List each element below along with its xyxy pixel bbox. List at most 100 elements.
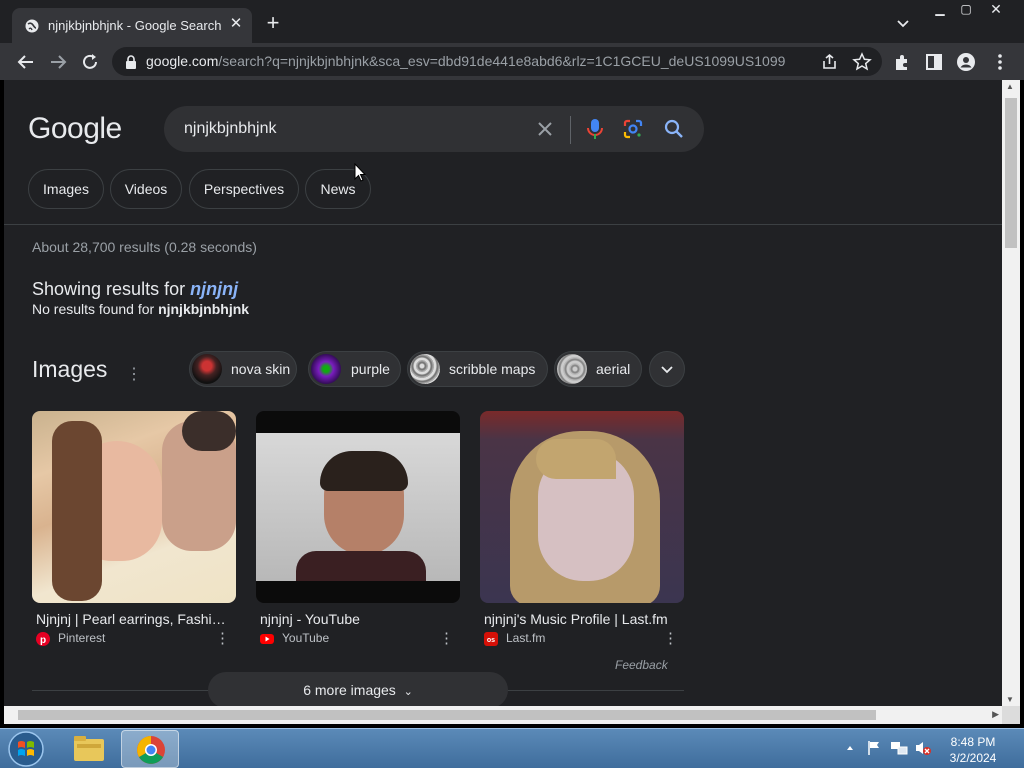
horizontal-scrollbar[interactable]: ▶ [4, 706, 1002, 724]
result-image[interactable] [256, 411, 460, 603]
search-icon[interactable] [663, 118, 685, 140]
taskbar: 8:48 PM 3/2/2024 [0, 728, 1024, 768]
scroll-down-icon[interactable]: ▼ [1006, 695, 1014, 704]
back-arrow-icon[interactable] [16, 52, 36, 72]
tab-videos[interactable]: Videos [110, 169, 182, 209]
image-source[interactable]: YouTube ⋮ [260, 629, 460, 647]
side-panel-icon[interactable] [924, 52, 944, 72]
clear-icon[interactable] [534, 118, 556, 140]
chrome-icon [137, 736, 165, 764]
no-results-notice: No results found for njnjkbjnbhjnk [32, 301, 250, 317]
divider [570, 116, 571, 144]
show-hidden-icons-icon[interactable] [845, 743, 855, 753]
filter-thumbnail [192, 354, 222, 384]
result-image[interactable] [480, 411, 684, 603]
spelling-correction: Showing results for njnjnj [32, 279, 239, 299]
screen: njnjkbjnbhjnk - Google Search ✕ + ▁ ▢ ✕ … [0, 0, 1024, 768]
tab-images[interactable]: Images [28, 169, 104, 209]
new-tab-button[interactable]: + [263, 12, 283, 34]
filter-thumbnail [410, 354, 440, 384]
scrollbar-corner [1002, 706, 1020, 724]
feedback-link[interactable]: Feedback [615, 658, 668, 672]
globe-icon [25, 19, 39, 33]
image-detail [536, 439, 616, 479]
image-source[interactable]: os Last.fm ⋮ [484, 629, 684, 647]
reload-icon[interactable] [80, 52, 100, 72]
chevron-down-icon: ⌄ [403, 686, 413, 698]
lastfm-icon: os [484, 632, 498, 646]
image-detail [52, 421, 102, 601]
image-caption[interactable]: njnjnj's Music Profile | Last.fm [484, 611, 680, 627]
filter-chip-aerial[interactable]: aerial [554, 351, 642, 387]
chrome-taskbar-button[interactable] [121, 730, 179, 768]
image-detail [296, 551, 426, 581]
more-images-button[interactable]: 6 more images ⌄ [208, 672, 508, 706]
scrollbar-thumb[interactable] [1005, 98, 1017, 248]
search-input[interactable]: njnjkbjnbhjnk [184, 120, 277, 138]
expand-filters-button[interactable] [649, 351, 685, 387]
result-stats: About 28,700 results (0.28 seconds) [32, 239, 257, 255]
menu-dots-icon[interactable] [990, 52, 1010, 72]
image-caption[interactable]: Njnjnj | Pearl earrings, Fashion... [36, 611, 232, 627]
mouse-cursor-icon [354, 163, 366, 182]
close-window-button[interactable]: ✕ [980, 2, 1012, 18]
search-box[interactable]: njnjkbjnbhjnk [164, 106, 704, 152]
action-center-flag-icon[interactable] [866, 740, 882, 756]
image-result[interactable]: njnjnj - YouTube YouTube ⋮ [256, 411, 460, 647]
image-result[interactable]: Njnjnj | Pearl earrings, Fashion... p Pi… [32, 411, 236, 647]
image-detail [320, 451, 408, 491]
chevron-down-icon[interactable] [895, 17, 911, 31]
star-icon[interactable] [852, 52, 872, 72]
image-source[interactable]: p Pinterest ⋮ [36, 629, 236, 647]
google-lens-icon[interactable] [622, 118, 644, 140]
svg-text:p: p [40, 635, 46, 646]
vertical-scrollbar[interactable]: ▲ ▼ [1002, 80, 1020, 706]
filter-chip-purple[interactable]: purple [308, 351, 401, 387]
filter-chip-scribble-maps[interactable]: scribble maps [407, 351, 548, 387]
profile-icon[interactable] [956, 52, 976, 72]
maximize-button[interactable]: ▢ [950, 2, 982, 18]
image-result[interactable]: njnjnj's Music Profile | Last.fm os Last… [480, 411, 684, 647]
tab-strip: njnjkbjnbhjnk - Google Search ✕ + ▁ ▢ ✕ [0, 0, 1024, 43]
tab-title: njnjkbjnbhjnk - Google Search [48, 18, 222, 33]
clock-date: 3/2/2024 [949, 751, 997, 765]
image-caption[interactable]: njnjnj - YouTube [260, 611, 456, 627]
scrollbar-thumb[interactable] [18, 710, 876, 720]
more-options-icon[interactable]: ⋮ [215, 629, 230, 647]
folder-icon [74, 736, 104, 761]
filter-thumbnail [311, 354, 341, 384]
pinterest-icon: p [36, 632, 50, 646]
microphone-icon[interactable] [585, 117, 605, 141]
file-explorer-button[interactable] [60, 730, 118, 768]
result-image[interactable] [32, 411, 236, 603]
close-tab-icon[interactable]: ✕ [228, 16, 244, 32]
forward-arrow-icon[interactable] [48, 52, 68, 72]
filter-chip-nova-skin[interactable]: nova skin [189, 351, 297, 387]
original-query-link[interactable]: njnjkbjnbhjnk [158, 301, 249, 317]
browser-toolbar: google.com/search?q=njnjkbjnbhjnk&sca_es… [0, 43, 1024, 80]
browser-tab[interactable]: njnjkbjnbhjnk - Google Search ✕ [12, 8, 252, 43]
images-heading: Images [32, 356, 108, 382]
lock-icon[interactable] [125, 55, 137, 69]
address-bar[interactable]: google.com/search?q=njnjkbjnbhjnk&sca_es… [112, 47, 882, 76]
more-options-icon[interactable]: ⋮ [126, 364, 142, 384]
system-clock[interactable]: 8:48 PM 3/2/2024 [938, 734, 1008, 766]
google-logo[interactable]: Google [28, 112, 122, 146]
clock-time: 8:48 PM [950, 735, 996, 749]
tab-perspectives[interactable]: Perspectives [189, 169, 299, 209]
url-text: google.com/search?q=njnjkbjnbhjnk&sca_es… [146, 53, 786, 69]
more-options-icon[interactable]: ⋮ [439, 629, 454, 647]
more-options-icon[interactable]: ⋮ [663, 629, 678, 647]
volume-muted-icon[interactable] [914, 740, 932, 756]
corrected-query-link[interactable]: njnjnj [190, 279, 238, 299]
youtube-icon [260, 634, 274, 644]
share-icon[interactable] [820, 52, 840, 72]
windows-start-icon[interactable] [6, 730, 46, 768]
scroll-right-icon[interactable]: ▶ [992, 709, 999, 720]
header-divider [4, 224, 1002, 225]
scroll-up-icon[interactable]: ▲ [1006, 82, 1014, 91]
svg-text:os: os [487, 637, 495, 644]
extensions-icon[interactable] [892, 52, 912, 72]
network-icon[interactable] [890, 740, 908, 756]
chevron-down-icon [661, 366, 673, 374]
